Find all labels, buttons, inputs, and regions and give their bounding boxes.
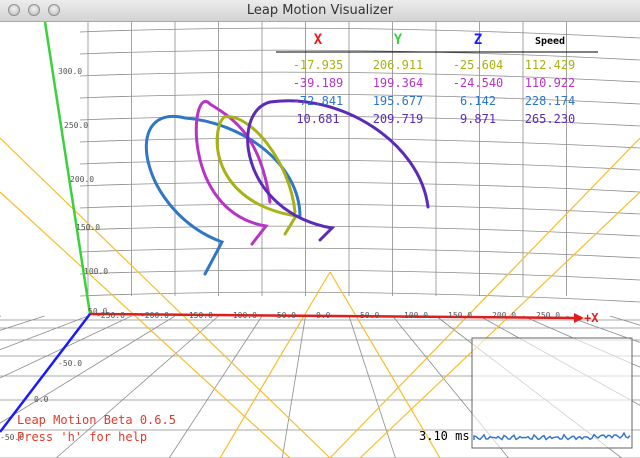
- table-cell: 228.174: [525, 94, 576, 108]
- table-header: Y: [394, 32, 403, 48]
- window-title: Leap Motion Visualizer: [246, 3, 394, 18]
- table-cell: 112.429: [525, 58, 576, 72]
- table-header: Speed: [535, 36, 565, 47]
- x-axis-label: +X: [584, 311, 599, 325]
- x-tick-label: -100.0: [228, 311, 257, 320]
- table-cell: -39.189: [293, 76, 344, 90]
- frame-time-label: 3.10 ms: [419, 429, 470, 443]
- grid-line: [79, 203, 640, 215]
- table-cell: -17.935: [293, 58, 344, 72]
- y-tick-label: 300.0: [58, 67, 82, 76]
- grid-line: [168, 315, 263, 458]
- grid-line: [79, 181, 640, 193]
- guide-line: [0, 137, 331, 458]
- table-cell: 10.681: [296, 112, 339, 126]
- grid-line: [348, 315, 396, 458]
- x-tick-label: -200.0: [140, 311, 169, 320]
- y-tick-label: 200.0: [70, 175, 94, 184]
- table-cell: 209.719: [373, 112, 424, 126]
- x-tick-label: 150.0: [448, 311, 472, 320]
- z-tick-label: -50.0: [58, 359, 82, 368]
- version-label: Leap Motion Beta 0.6.5: [17, 413, 176, 427]
- table-cell: 110.922: [525, 76, 576, 90]
- table-cell: -72.841: [293, 94, 344, 108]
- x-tick-label: -50.0: [272, 311, 296, 320]
- finger-trail: [144, 114, 302, 276]
- table-header: X: [314, 32, 323, 48]
- table-header: Z: [474, 32, 482, 48]
- data-table: X Y Z Speed -17.935 206.911 -25.604 112.429 -39.…: [276, 32, 598, 126]
- table-cell: 9.871: [460, 112, 496, 126]
- x-tick-label: 50.0: [360, 311, 379, 320]
- x-tick-label: 200.0: [492, 311, 516, 320]
- grid-line: [79, 159, 640, 171]
- grid-line: [79, 247, 640, 259]
- grid-line: [281, 315, 306, 458]
- title-bar: Leap Motion Visualizer: [0, 0, 640, 22]
- table-cell: 6.142: [460, 94, 496, 108]
- table-cell: 206.911: [373, 58, 424, 72]
- y-tick-label: 250.0: [64, 121, 88, 130]
- x-tick-label: 250.0: [536, 311, 560, 320]
- table-cell: 195.677: [373, 94, 424, 108]
- grid-line: [79, 225, 640, 237]
- perf-box: [471, 337, 633, 449]
- table-cell: -25.604: [453, 58, 504, 72]
- y-tick-label: 100.0: [84, 267, 108, 276]
- visualizer-canvas[interactable]: 300.0 250.0 200.0 150.0 100.0 50.0 -250.0 -200.…: [0, 22, 640, 458]
- perf-panel: 3.10 ms: [419, 337, 633, 449]
- help-hint: Press 'h' for help: [17, 430, 147, 444]
- table-cell: -24.540: [453, 76, 504, 90]
- app-window: Leap Motion Visualizer 300.0 250.0 200.0 15…: [0, 0, 640, 458]
- table-cell: 265.230: [525, 112, 576, 126]
- grid-line: [79, 137, 640, 149]
- y-tick-label: 150.0: [76, 223, 100, 232]
- table-cell: 199.364: [373, 76, 424, 90]
- x-tick-label: -150.0: [184, 311, 213, 320]
- x-tick-label: 0.0: [316, 311, 331, 320]
- x-tick-label: 100.0: [404, 311, 428, 320]
- z-tick-label: 0.0: [34, 395, 49, 404]
- x-tick-label: -250.0: [96, 311, 125, 320]
